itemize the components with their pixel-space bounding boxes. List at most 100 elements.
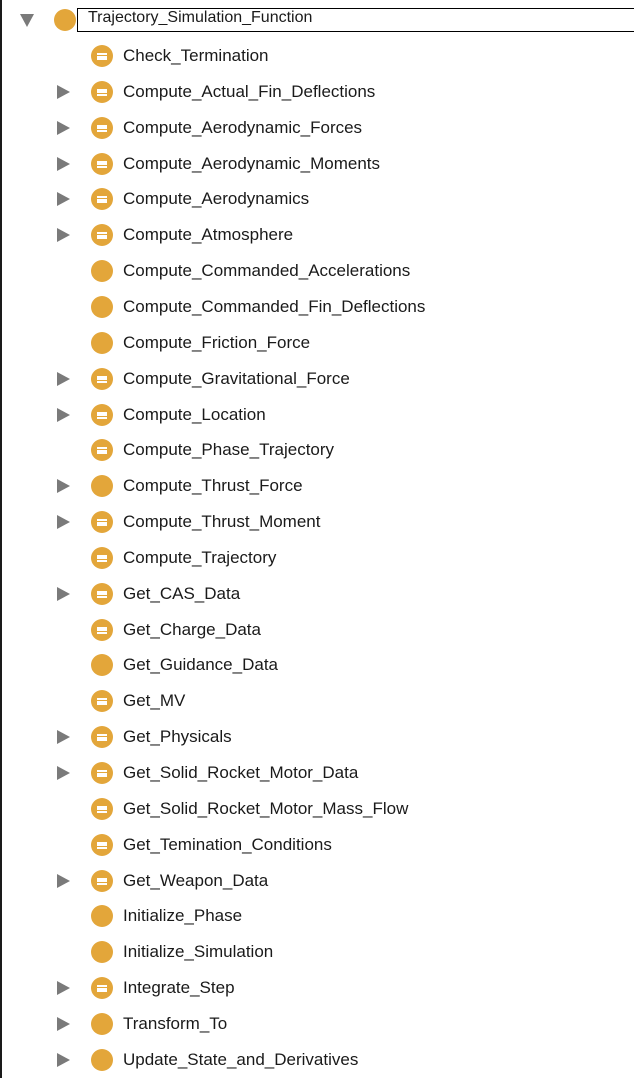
- tree-item[interactable]: Compute_Trajectory: [2, 540, 634, 576]
- tree-item-label: Get_Solid_Rocket_Motor_Data: [123, 763, 359, 782]
- class-circle-icon: [91, 1012, 113, 1035]
- defined-class-icon: [91, 439, 113, 462]
- tree-item-label: Compute_Aerodynamics: [123, 189, 310, 209]
- tree-item-label: Get_Charge_Data: [123, 619, 261, 639]
- tree-item-label: Compute_Phase_Trajectory: [123, 440, 335, 460]
- tree-item[interactable]: Get_MV: [2, 683, 634, 719]
- defined-class-icon: [91, 188, 113, 211]
- expand-arrow-icon[interactable]: [57, 730, 70, 745]
- defined-class-icon: [91, 45, 113, 67]
- tree-item[interactable]: Get_Temination_Conditions: [2, 827, 634, 863]
- expand-arrow-icon[interactable]: [57, 407, 70, 422]
- expand-arrow-icon[interactable]: [57, 766, 70, 780]
- tree-item-label: Compute_Thrust_Force: [123, 476, 303, 496]
- class-circle-icon: [91, 295, 113, 318]
- defined-class-icon: [91, 80, 113, 103]
- defined-class-icon: [91, 977, 113, 1000]
- defined-class-icon: [91, 690, 113, 713]
- class-circle-icon: [91, 654, 113, 677]
- defined-class-icon: [91, 546, 113, 569]
- tree-item[interactable]: Get_Solid_Rocket_Motor_Mass_Flow: [2, 791, 634, 827]
- expand-arrow-icon[interactable]: [57, 192, 70, 207]
- tree-item[interactable]: Get_Physicals: [2, 719, 634, 755]
- tree-item[interactable]: Compute_Aerodynamic_Forces: [2, 110, 634, 146]
- tree-item[interactable]: Get_Charge_Data: [2, 612, 634, 648]
- tree-item[interactable]: Get_Solid_Rocket_Motor_Data: [2, 755, 634, 791]
- collapse-arrow-icon[interactable]: [20, 14, 34, 27]
- tree-item[interactable]: Compute_Atmosphere: [2, 217, 634, 253]
- tree-item[interactable]: Compute_Gravitational_Force: [2, 361, 634, 397]
- tree-item-label: Check_Termination: [123, 46, 269, 65]
- tree-item-label: Get_MV: [123, 691, 186, 711]
- expand-arrow-icon[interactable]: [57, 1016, 70, 1031]
- tree-item-label: Initialize_Phase: [123, 906, 243, 926]
- tree-item[interactable]: Compute_Aerodynamic_Moments: [2, 146, 634, 182]
- tree-item-label: Compute_Trajectory: [123, 547, 277, 567]
- tree-item[interactable]: Compute_Commanded_Accelerations: [2, 253, 634, 289]
- tree-item[interactable]: Compute_Commanded_Fin_Deflections: [2, 289, 634, 325]
- tree-item-label: Compute_Aerodynamic_Forces: [123, 117, 363, 137]
- tree-item-label: Compute_Location: [123, 404, 266, 424]
- tree-item[interactable]: Compute_Actual_Fin_Deflections: [2, 74, 634, 110]
- tree-item-label: Integrate_Step: [123, 978, 235, 998]
- class-circle-icon: [54, 9, 76, 31]
- tree-item[interactable]: Transform_To: [2, 1006, 634, 1042]
- class-circle-icon: [91, 941, 113, 964]
- expand-arrow-icon[interactable]: [57, 156, 70, 171]
- expand-arrow-icon[interactable]: [57, 120, 70, 135]
- tree-item[interactable]: Integrate_Step: [2, 970, 634, 1006]
- expand-arrow-icon[interactable]: [57, 873, 70, 888]
- expand-arrow-icon[interactable]: [57, 515, 70, 530]
- tree-item[interactable]: Get_CAS_Data: [2, 576, 634, 612]
- tree-item-label: Compute_Aerodynamic_Moments: [123, 153, 381, 173]
- defined-class-icon: [91, 116, 113, 139]
- tree-item[interactable]: Compute_Friction_Force: [2, 325, 634, 361]
- tree-item-label: Get_Solid_Rocket_Motor_Mass_Flow: [123, 798, 409, 818]
- tree-item[interactable]: Initialize_Simulation: [2, 934, 634, 970]
- tree-item-label: Transform_To: [123, 1013, 228, 1033]
- tree-item[interactable]: Compute_Location: [2, 397, 634, 433]
- expand-arrow-icon[interactable]: [57, 981, 70, 996]
- defined-class-icon: [91, 582, 113, 605]
- tree-item[interactable]: Update_State_and_Derivatives: [2, 1042, 634, 1078]
- tree-item-label: Get_Physicals: [123, 727, 232, 747]
- tree-item[interactable]: Compute_Phase_Trajectory: [2, 432, 634, 468]
- tree-root-row[interactable]: Trajectory_Simulation_Function: [2, 2, 634, 38]
- defined-class-icon: [91, 618, 113, 641]
- expand-arrow-icon[interactable]: [57, 371, 70, 386]
- defined-class-icon: [91, 833, 113, 856]
- defined-class-icon: [91, 869, 113, 892]
- tree-item-label: Get_Temination_Conditions: [123, 834, 332, 854]
- class-circle-icon: [91, 331, 113, 354]
- class-circle-icon: [91, 475, 113, 498]
- tree-item-label: Get_Weapon_Data: [123, 870, 269, 890]
- tree-item-label: Get_Guidance_Data: [123, 655, 278, 675]
- expand-arrow-icon[interactable]: [57, 479, 70, 494]
- defined-class-icon: [91, 797, 113, 820]
- defined-class-icon: [91, 224, 113, 247]
- class-circle-icon: [91, 1048, 113, 1071]
- defined-class-icon: [91, 511, 113, 534]
- tree-item-label: Compute_Friction_Force: [123, 332, 311, 352]
- expand-arrow-icon[interactable]: [57, 586, 70, 601]
- tree-item[interactable]: Compute_Aerodynamics: [2, 181, 634, 217]
- defined-class-icon: [91, 403, 113, 426]
- tree-item[interactable]: Get_Guidance_Data: [2, 647, 634, 683]
- class-circle-icon: [91, 260, 113, 283]
- tree-item-label: Compute_Thrust_Moment: [123, 512, 321, 532]
- defined-class-icon: [91, 367, 113, 390]
- tree-item[interactable]: Initialize_Phase: [2, 898, 634, 934]
- class-hierarchy-tree: Trajectory_Simulation_Function Check_Ter…: [0, 0, 634, 1078]
- tree-item-label: Compute_Commanded_Accelerations: [123, 261, 411, 281]
- expand-arrow-icon[interactable]: [57, 228, 70, 243]
- class-circle-icon: [91, 905, 113, 928]
- tree-item-label: Get_CAS_Data: [123, 583, 241, 603]
- tree-item-label: Initialize_Simulation: [123, 942, 274, 962]
- tree-item[interactable]: Compute_Thrust_Force: [2, 468, 634, 504]
- tree-item[interactable]: Check_Termination: [2, 38, 634, 74]
- tree-item-label: Compute_Atmosphere: [123, 225, 294, 245]
- expand-arrow-icon[interactable]: [57, 1052, 70, 1067]
- expand-arrow-icon[interactable]: [57, 84, 70, 99]
- tree-item[interactable]: Get_Weapon_Data: [2, 863, 634, 899]
- tree-item[interactable]: Compute_Thrust_Moment: [2, 504, 634, 540]
